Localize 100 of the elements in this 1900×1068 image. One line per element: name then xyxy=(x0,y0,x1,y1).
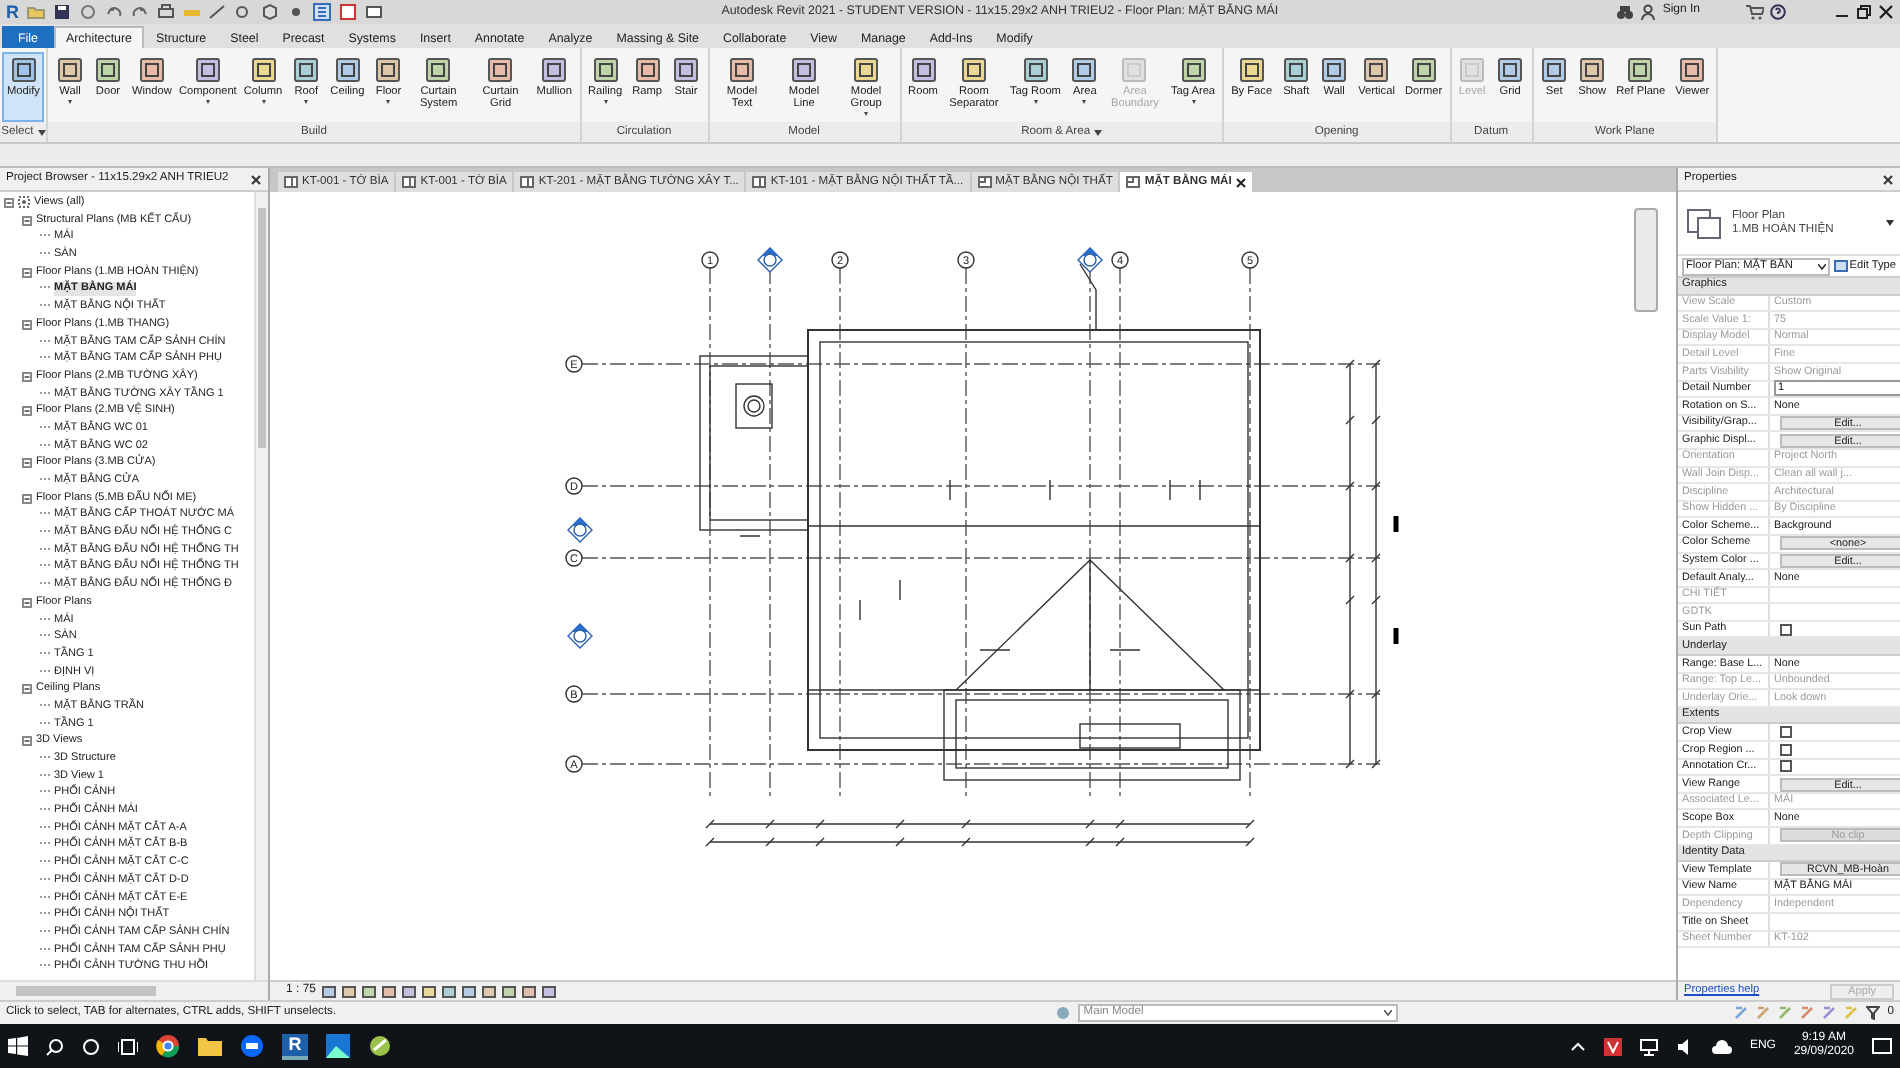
close-icon[interactable] xyxy=(1882,173,1894,185)
edit-type-icon xyxy=(1833,259,1848,272)
tool-icon xyxy=(672,56,701,84)
checkbox[interactable] xyxy=(1780,743,1792,756)
collapse-icon[interactable] xyxy=(22,371,32,382)
circle-icon[interactable] xyxy=(82,1037,100,1055)
tool-icon xyxy=(1320,56,1349,84)
chevron-icon xyxy=(1383,1010,1392,1016)
close-hidden-icon[interactable] xyxy=(337,2,357,22)
sheet-icon xyxy=(520,176,535,188)
tool-icon xyxy=(633,56,662,84)
checkbox[interactable] xyxy=(1780,623,1792,636)
tool-icon xyxy=(374,56,403,84)
tool-icon xyxy=(1458,56,1487,84)
cloud-icon[interactable] xyxy=(1711,1039,1732,1053)
window-switch-icon[interactable] xyxy=(363,2,383,22)
views-icon xyxy=(18,196,30,209)
user-icon[interactable] xyxy=(1640,4,1657,20)
collapse-icon[interactable] xyxy=(22,684,32,695)
revit-taskbar-icon[interactable]: R xyxy=(282,1033,308,1059)
thin-lines-icon[interactable] xyxy=(311,2,331,22)
tray-app-icon[interactable] xyxy=(1603,1037,1622,1055)
caret-icon[interactable] xyxy=(37,129,46,135)
tool-icon xyxy=(55,56,84,84)
print-icon[interactable] xyxy=(155,2,175,22)
dimension-icon[interactable] xyxy=(207,2,227,22)
tool-icon xyxy=(137,56,166,84)
network-icon[interactable] xyxy=(1639,1037,1658,1055)
tool-icon xyxy=(292,56,321,84)
tool-icon xyxy=(93,56,122,84)
app-icon[interactable] xyxy=(368,1034,392,1058)
tool-icon xyxy=(1282,56,1311,84)
windows-start-icon[interactable] xyxy=(8,1036,28,1056)
tool-icon xyxy=(1578,56,1607,84)
collapse-icon[interactable] xyxy=(22,736,32,747)
help-icon[interactable] xyxy=(1770,4,1786,20)
close-icon[interactable] xyxy=(1878,4,1894,20)
browser-icon[interactable] xyxy=(156,1034,180,1058)
binoculars-icon[interactable] xyxy=(1616,4,1635,20)
tool-icon xyxy=(486,56,515,84)
floor-plan-icon xyxy=(1684,205,1724,241)
redo-icon[interactable] xyxy=(129,2,149,22)
tool-icon xyxy=(852,56,881,84)
collapse-icon[interactable] xyxy=(22,597,32,608)
tool-icon xyxy=(728,56,757,84)
tool-icon xyxy=(909,56,937,84)
tool-icon xyxy=(790,56,819,84)
undo-icon[interactable] xyxy=(103,2,123,22)
tool-icon xyxy=(1496,56,1525,84)
collapse-icon[interactable] xyxy=(22,406,32,417)
tool-icon xyxy=(9,56,38,84)
tool-icon xyxy=(333,56,362,84)
notification-icon[interactable] xyxy=(1872,1037,1892,1055)
tool-icon xyxy=(1021,56,1050,84)
photos-icon[interactable] xyxy=(326,1034,350,1058)
sheet-icon xyxy=(284,176,298,188)
scrollbar[interactable] xyxy=(254,192,268,980)
floor-plan-icon xyxy=(977,176,992,188)
save-icon[interactable] xyxy=(51,2,71,22)
volume-icon[interactable] xyxy=(1675,1037,1694,1055)
collapse-icon[interactable] xyxy=(22,267,32,278)
selection-option-icon[interactable] xyxy=(1821,1006,1836,1020)
checkbox[interactable] xyxy=(1780,760,1792,773)
chat-app-icon[interactable] xyxy=(240,1034,264,1058)
collapse-icon[interactable] xyxy=(22,458,32,469)
restore-icon[interactable] xyxy=(1856,4,1872,20)
tool-icon xyxy=(540,56,569,84)
collapse-icon[interactable] xyxy=(4,197,14,208)
tool-icon xyxy=(591,56,620,84)
collapse-icon[interactable] xyxy=(22,319,32,330)
cart-icon[interactable] xyxy=(1746,4,1764,20)
tool-icon xyxy=(1626,56,1655,84)
collapse-icon[interactable] xyxy=(22,493,32,504)
folder-icon[interactable] xyxy=(198,1036,222,1056)
collapse-icon[interactable] xyxy=(22,215,32,226)
task-view-icon[interactable] xyxy=(118,1037,138,1055)
filter-icon[interactable] xyxy=(1865,1006,1880,1020)
tool-icon xyxy=(1678,56,1707,84)
floor-plan-icon xyxy=(1126,176,1141,188)
tool-icon xyxy=(1540,56,1569,84)
tool-icon xyxy=(193,56,222,84)
tool-icon xyxy=(1120,56,1149,84)
app-logo[interactable]: R xyxy=(6,2,19,22)
sheet-icon xyxy=(402,176,417,188)
tool-icon xyxy=(1362,56,1391,84)
sheet-icon xyxy=(752,176,767,188)
tool-icon xyxy=(1070,56,1099,84)
search-icon[interactable] xyxy=(46,1037,64,1055)
caret-icon[interactable] xyxy=(1094,129,1103,135)
checkbox[interactable] xyxy=(1780,726,1792,739)
scrollbar[interactable] xyxy=(0,980,268,1000)
tool-icon xyxy=(1179,56,1208,84)
caret-icon xyxy=(1886,220,1894,226)
chevron-icon xyxy=(1817,263,1826,269)
tool-icon xyxy=(424,56,453,84)
tool-icon xyxy=(959,56,988,84)
chevron-up-icon[interactable] xyxy=(1569,1040,1586,1052)
tool-icon xyxy=(1237,56,1266,84)
close-icon[interactable] xyxy=(250,173,262,185)
close-icon[interactable] xyxy=(1235,177,1246,187)
